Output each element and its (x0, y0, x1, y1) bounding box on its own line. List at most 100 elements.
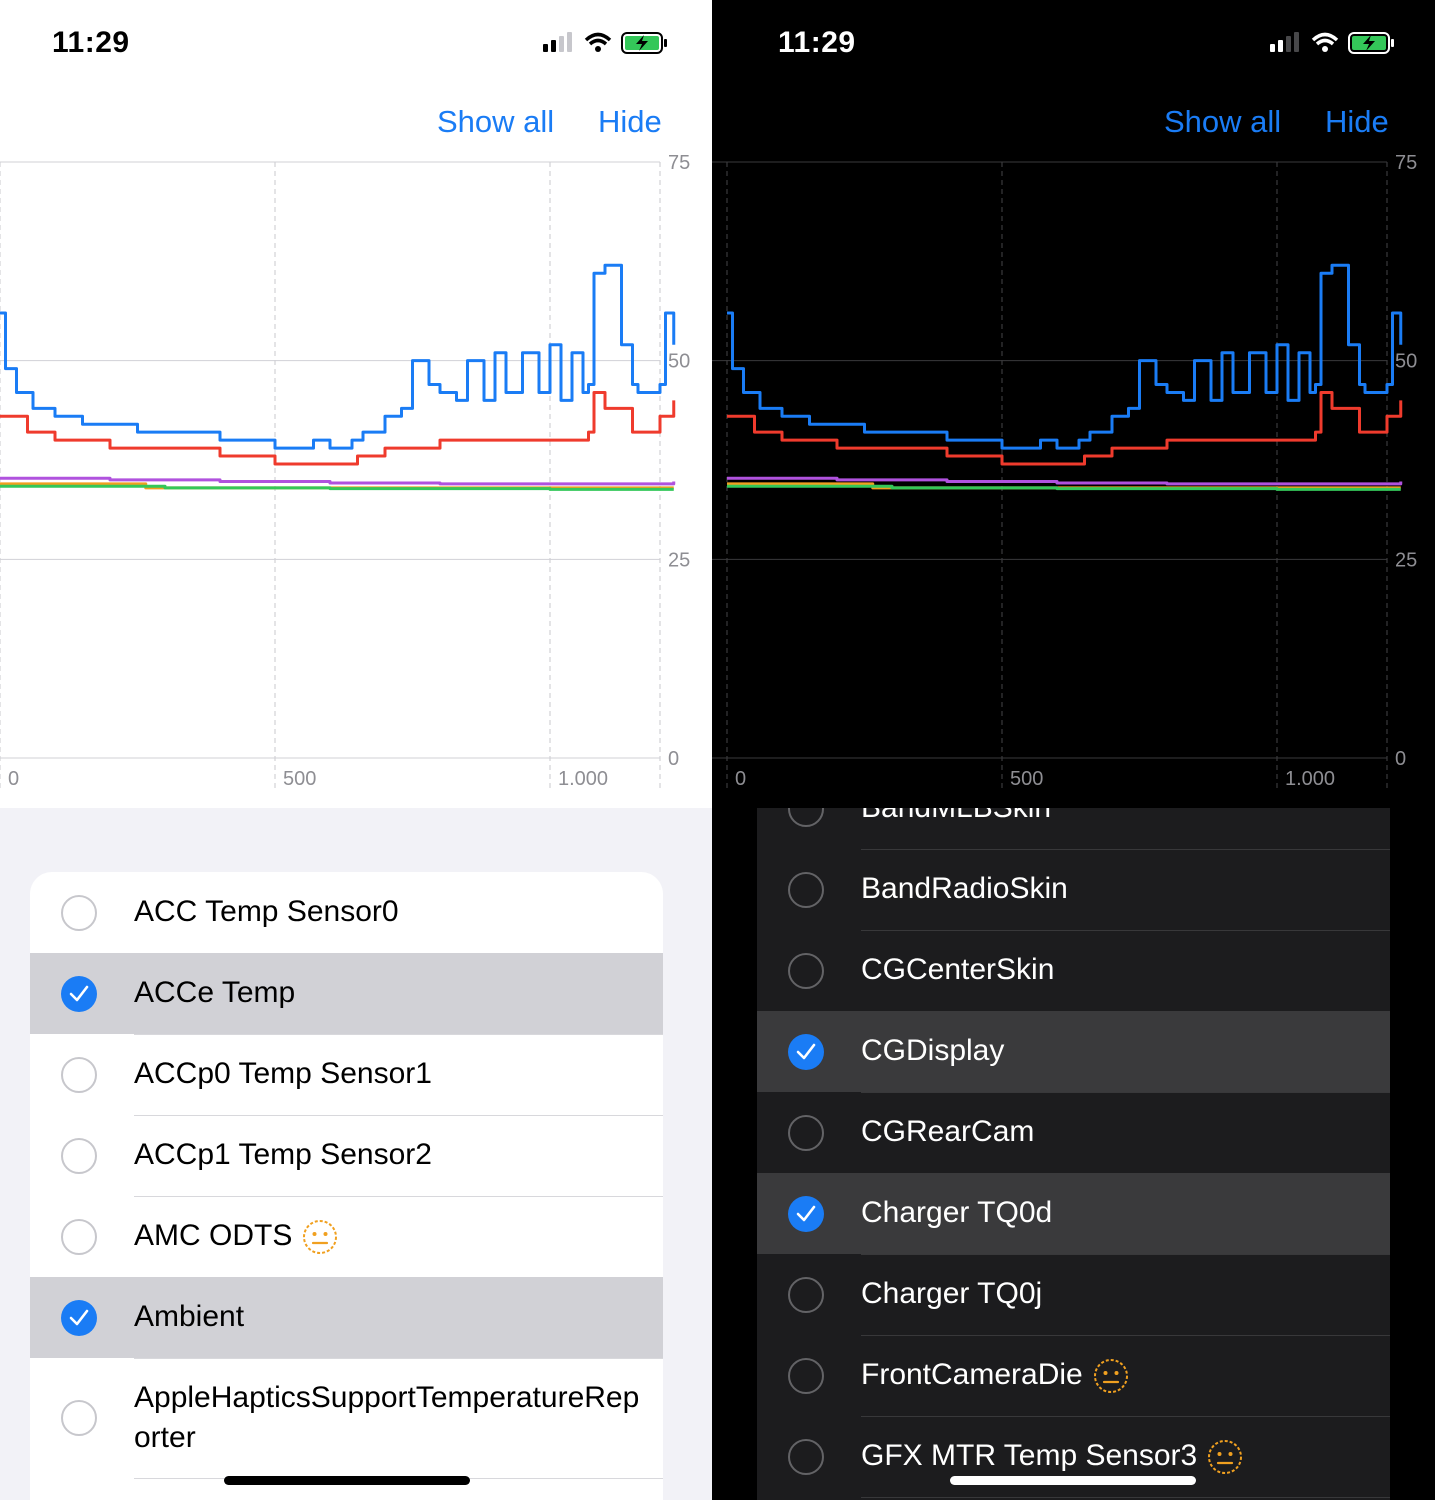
sensor-label: CGDisplay (861, 1034, 1005, 1067)
x-tick-label: 500 (283, 768, 316, 790)
sensor-label-wrap: AMC ODTS (134, 1216, 338, 1256)
checkmark-icon[interactable] (61, 1299, 97, 1336)
sensor-label: Charger TQ0d (861, 1196, 1053, 1229)
sensor-row[interactable]: ACCe Temp (30, 953, 663, 1034)
radio-empty-icon[interactable] (61, 1137, 97, 1174)
y-tick-label: 0 (1395, 748, 1406, 770)
sensor-row[interactable]: CGDisplay (757, 1011, 1390, 1092)
status-time: 11:29 (52, 26, 130, 59)
neutral-face-icon (1093, 1359, 1128, 1394)
sensor-row[interactable]: CGRearCam (757, 1092, 1390, 1173)
sensor-label-wrap: FrontCameraDie (861, 1355, 1129, 1395)
signal-icon (1270, 32, 1394, 54)
sensor-label-wrap: ACCp1 Temp Sensor2 (134, 1135, 432, 1175)
sensor-label: ACC Temp Sensor0 (134, 895, 399, 928)
temperature-chart: 75 50 25 0 0 500 1.000 (712, 152, 1417, 790)
radio-empty-icon[interactable] (788, 1357, 824, 1394)
hide-button[interactable]: Hide (1325, 104, 1389, 140)
sensor-row[interactable]: BandMLBSkin (757, 808, 1390, 849)
sensor-label-wrap: AppleHapticsSupportTemperatureReporter (134, 1378, 644, 1458)
sensor-label: GFX MTR Temp Sensor3 (861, 1439, 1198, 1472)
status-icons (1267, 28, 1407, 58)
signal-icon (543, 32, 667, 54)
sensor-list: ACC Temp Sensor0 ACCe Temp ACCp0 Temp Sens… (30, 872, 663, 1500)
status-time: 11:29 (778, 26, 856, 59)
sensor-label: FrontCameraDie (861, 1358, 1083, 1391)
sensor-label: Charger TQ0j (861, 1277, 1043, 1310)
y-tick-label: 50 (1395, 351, 1417, 373)
y-tick-label: 75 (1395, 152, 1417, 174)
status-icons (540, 28, 680, 58)
row-separator (861, 1497, 1390, 1498)
sensor-label-wrap: Charger TQ0d (861, 1193, 1052, 1233)
x-tick-label: 0 (8, 768, 19, 790)
sensor-label: AppleHapticsSupportTemperatureReporter (134, 1381, 640, 1454)
sensor-label-wrap: ACCp0 Temp Sensor1 (134, 1054, 432, 1094)
y-tick-label: 50 (668, 351, 690, 373)
sensor-label: CGCenterSkin (861, 953, 1055, 986)
radio-empty-icon[interactable] (788, 1114, 824, 1151)
y-tick-label: 75 (668, 152, 690, 174)
y-tick-label: 25 (1395, 549, 1417, 571)
x-tick-label: 1.000 (558, 768, 608, 790)
neutral-face-icon (1208, 1440, 1243, 1475)
sensor-label-wrap: ACCe Temp (134, 973, 295, 1013)
sensor-label: BandMLBSkin (861, 808, 1051, 824)
series-line-1 (0, 390, 676, 466)
y-tick-label: 0 (668, 748, 679, 770)
show-all-button[interactable]: Show all (1164, 104, 1281, 140)
sensor-label-wrap: CGCenterSkin (861, 950, 1054, 990)
radio-empty-icon[interactable] (61, 1400, 97, 1436)
sensor-label: ACCp1 Temp Sensor2 (134, 1138, 432, 1171)
radio-empty-icon[interactable] (788, 1276, 824, 1313)
show-all-button[interactable]: Show all (437, 104, 554, 140)
series-line-0 (727, 263, 1403, 450)
temperature-chart: 75 50 25 0 0 500 1.000 (0, 152, 690, 790)
sensor-label-wrap: Ambient (134, 1297, 244, 1337)
x-tick-label: 0 (735, 768, 746, 790)
checkmark-icon[interactable] (61, 975, 97, 1012)
sensor-label-wrap: BandMLBSkin (861, 808, 1051, 828)
sensor-row[interactable]: BandRadioSkin (757, 849, 1390, 930)
sensor-row[interactable]: Ambient (30, 1277, 663, 1358)
sensor-row[interactable]: ACC Temp Sensor0 (30, 872, 663, 953)
sensor-row[interactable]: ACCp1 Temp Sensor2 (30, 1115, 663, 1196)
radio-empty-icon[interactable] (61, 1056, 97, 1093)
sensor-row[interactable]: Charger TQ0j (757, 1254, 1390, 1335)
radio-empty-icon[interactable] (61, 1218, 97, 1255)
sensor-label-wrap: ACC Temp Sensor0 (134, 892, 399, 932)
x-tick-label: 500 (1010, 768, 1043, 790)
radio-empty-icon[interactable] (788, 871, 824, 908)
radio-empty-icon[interactable] (788, 952, 824, 989)
sensor-row[interactable]: FrontCameraDie (757, 1335, 1390, 1416)
x-tick-label: 1.000 (1285, 768, 1335, 790)
sensor-row[interactable]: AppleHapticsSupportTemperatureReporter (30, 1358, 663, 1478)
series-line-1 (727, 390, 1403, 466)
radio-empty-icon[interactable] (788, 1438, 824, 1475)
sensor-label-wrap: CGRearCam (861, 1112, 1034, 1152)
sensor-label: BandRadioSkin (861, 872, 1068, 905)
sensor-row[interactable]: ACCp0 Temp Sensor1 (30, 1034, 663, 1115)
checkmark-icon[interactable] (788, 1195, 824, 1232)
checkmark-icon[interactable] (788, 1033, 824, 1070)
sensor-list: BandMLBSkin BandRadioSkin CGCenterSkin CGDi… (757, 808, 1390, 1500)
radio-empty-icon[interactable] (788, 808, 824, 827)
sensor-label-wrap: BandRadioSkin (861, 869, 1068, 909)
sensor-row[interactable]: AMC ODTS (30, 1196, 663, 1277)
y-tick-label: 25 (668, 549, 690, 571)
dark-mode-screen: 11:29 Show all Hide 75 50 25 0 0 500 1.000 Ban… (712, 0, 1435, 1500)
sensor-label: CGRearCam (861, 1115, 1035, 1148)
sensor-label: AMC ODTS (134, 1219, 293, 1252)
sensor-label: Ambient (134, 1300, 245, 1333)
home-indicator[interactable] (224, 1476, 470, 1485)
sensor-label-wrap: GFX MTR Temp Sensor3 (861, 1436, 1243, 1476)
sensor-row[interactable]: CGCenterSkin (757, 930, 1390, 1011)
sensor-row[interactable]: Charger TQ0d (757, 1173, 1390, 1254)
sensor-label-wrap: Charger TQ0j (861, 1274, 1042, 1314)
series-line-0 (0, 263, 676, 450)
hide-button[interactable]: Hide (598, 104, 662, 140)
home-indicator[interactable] (950, 1476, 1196, 1485)
radio-empty-icon[interactable] (61, 894, 97, 931)
light-mode-screen: 11:29 Show all Hide 75 50 25 0 0 500 1.000 ACC… (0, 0, 712, 1500)
sensor-label: ACCe Temp (134, 976, 296, 1009)
